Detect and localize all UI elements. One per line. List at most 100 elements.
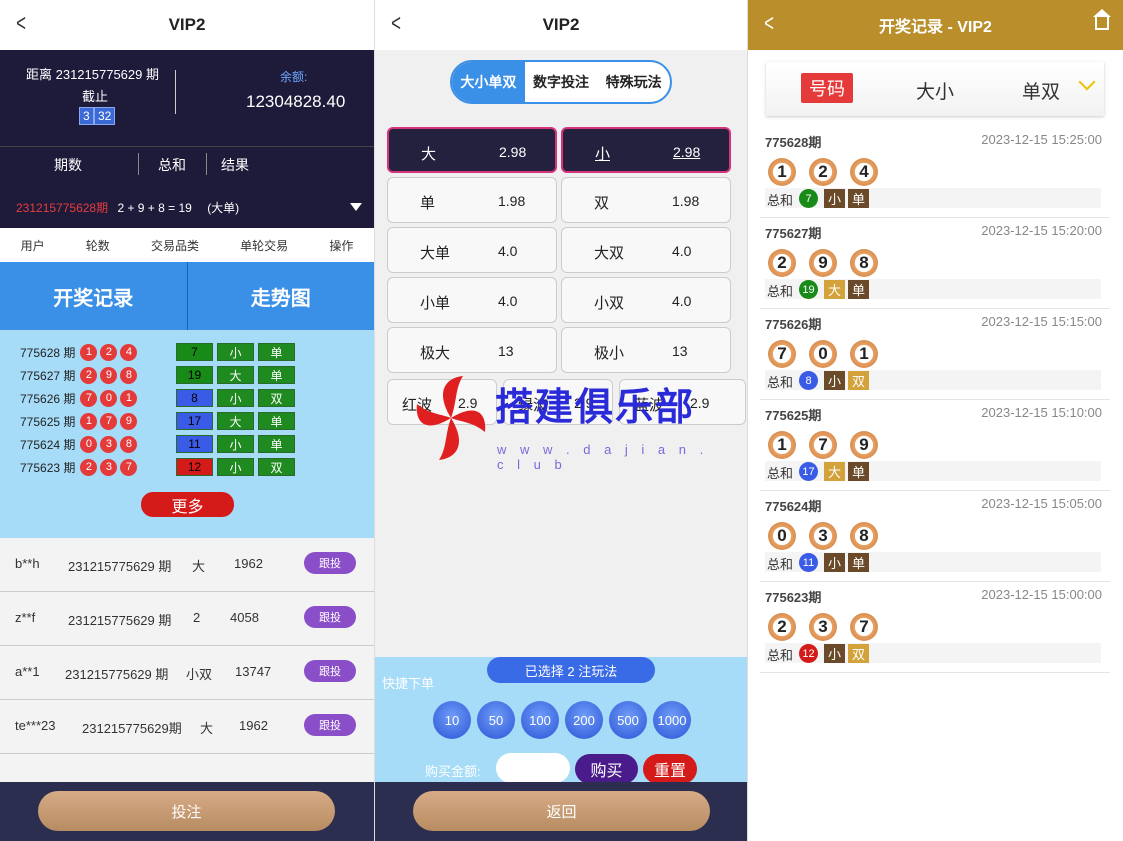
odds-option[interactable]: 小单 4.0	[387, 277, 557, 323]
filter-size[interactable]: 大小	[916, 77, 954, 104]
sum-cell: 7	[176, 343, 213, 361]
bets-list: b**h 231215775629 期大 1962 跟投 z**f 23121577562…	[0, 538, 374, 754]
more-button[interactable]: 更多	[141, 492, 234, 517]
parity-cell: 双	[258, 389, 295, 407]
col-round: 轮数	[85, 238, 110, 253]
bet-user: a**1	[15, 664, 40, 679]
back-icon[interactable]: <	[391, 10, 401, 38]
odds-option[interactable]: 极大 13	[387, 327, 557, 373]
sum-badge: 12	[799, 644, 818, 663]
bet-round: 231215775629 期	[68, 613, 172, 628]
sum-label: 总和	[767, 648, 794, 663]
odds-option[interactable]: 极小 13	[561, 327, 731, 373]
bet-type: 大	[192, 559, 206, 574]
sum-badge: 8	[799, 371, 818, 390]
filter-parity[interactable]: 单双	[1022, 77, 1060, 104]
draw-ball: 1	[850, 340, 878, 368]
result-period: 775623 期	[20, 460, 76, 475]
result-ball: 1	[80, 343, 98, 361]
option-name: 大双	[594, 245, 625, 262]
bet-amount: 13747	[235, 664, 272, 679]
reset-button[interactable]: 重置	[643, 754, 697, 784]
follow-button[interactable]: 跟投	[304, 552, 356, 574]
pinwheel-logo-icon	[416, 376, 486, 460]
header: < 开奖记录 - VIP2	[748, 0, 1123, 50]
result-ball: 7	[100, 412, 118, 430]
option-odds: 4.0	[498, 243, 518, 259]
return-button[interactable]: 返回	[413, 791, 710, 831]
chip-10[interactable]: 10	[433, 701, 471, 739]
odds-option[interactable]: 小双 4.0	[561, 277, 731, 323]
draw-ball: 3	[809, 522, 837, 550]
last-period: 231215775628期	[16, 201, 109, 215]
bet-row: b**h 231215775629 期 大 1962 跟投	[0, 538, 374, 592]
odds-option[interactable]: 小 2.98	[561, 127, 731, 173]
result-ball: 0	[80, 435, 98, 453]
draw-ball: 2	[809, 158, 837, 186]
size-tag: 小	[824, 553, 845, 572]
back-icon[interactable]: <	[16, 10, 26, 38]
draw-ball: 3	[809, 613, 837, 641]
odds-option[interactable]: 大双 4.0	[561, 227, 731, 273]
records-panel: < 开奖记录 - VIP2 号码 大小 单双 775628期 2023-12-15…	[747, 0, 1123, 841]
watermark-text: 搭建俱乐部	[495, 387, 696, 429]
odds-option[interactable]: 单 1.98	[387, 177, 557, 223]
chip-200[interactable]: 200	[565, 701, 603, 739]
bet-round: 231215775629 期	[65, 667, 169, 682]
divider	[206, 153, 207, 175]
result-ball: 7	[80, 389, 98, 407]
amount-input[interactable]	[496, 753, 570, 783]
back-icon[interactable]: <	[764, 10, 774, 38]
follow-button[interactable]: 跟投	[304, 606, 356, 628]
parity-tag: 单	[848, 553, 869, 572]
result-period: 775627 期	[20, 368, 76, 383]
trend-button[interactable]: 走势图	[186, 262, 374, 330]
play-tabs: 大小单双 数字投注 特殊玩法	[450, 60, 672, 104]
size-cell: 小	[217, 389, 254, 407]
chevron-down-icon[interactable]	[1078, 73, 1096, 91]
size-cell: 小	[217, 343, 254, 361]
result-period: 775624 期	[20, 437, 76, 452]
history-bar[interactable]: 期数 总和 结果 231215775628期 2 + 9 + 8 = 19 (大…	[0, 146, 374, 228]
draw-period: 775627期	[765, 226, 822, 241]
tab-number-bet[interactable]: 数字投注	[525, 62, 598, 102]
sum-badge: 11	[799, 553, 818, 572]
draw-summary: 总和 12 小双	[765, 643, 1101, 663]
parity-tag: 单	[848, 189, 869, 208]
odds-option[interactable]: 双 1.98	[561, 177, 731, 223]
draw-time: 2023-12-15 15:25:00	[981, 132, 1102, 147]
balance-value: 12304828.40	[246, 92, 346, 111]
chip-500[interactable]: 500	[609, 701, 647, 739]
draw-period: 775623期	[765, 590, 822, 605]
bet-user: z**f	[15, 610, 36, 625]
bet-row: te***23 231215775629期 大 1962 跟投	[0, 700, 374, 754]
dropdown-icon[interactable]	[350, 203, 362, 211]
follow-button[interactable]: 跟投	[304, 660, 356, 682]
hist-header-period: 期数	[54, 157, 82, 173]
odds-option[interactable]: 大 2.98	[387, 127, 557, 173]
sum-label: 总和	[767, 284, 794, 299]
draw-summary: 总和 7 小单	[765, 188, 1101, 208]
big-buttons: 开奖记录 走势图	[0, 262, 374, 330]
records-button[interactable]: 开奖记录	[0, 262, 187, 330]
draw-summary: 总和 8 小双	[765, 370, 1101, 390]
tab-size-parity[interactable]: 大小单双	[452, 62, 525, 102]
chip-1000[interactable]: 1000	[653, 701, 691, 739]
footer: 投注	[0, 782, 374, 841]
bet-type: 小双	[186, 667, 213, 682]
tab-special[interactable]: 特殊玩法	[597, 62, 670, 102]
bet-user: te***23	[15, 718, 56, 733]
chip-50[interactable]: 50	[477, 701, 515, 739]
submit-button[interactable]: 投注	[38, 791, 335, 831]
follow-button[interactable]: 跟投	[304, 714, 356, 736]
odds-option[interactable]: 大单 4.0	[387, 227, 557, 273]
home-icon[interactable]	[1093, 9, 1111, 30]
chip-100[interactable]: 100	[521, 701, 559, 739]
filter-number[interactable]: 号码	[801, 73, 853, 103]
last-result: (大单)	[207, 201, 240, 215]
draw-ball: 2	[768, 249, 796, 277]
countdown-seconds: 32	[94, 107, 116, 125]
draw-ball: 4	[850, 158, 878, 186]
size-tag: 大	[824, 462, 845, 481]
buy-button[interactable]: 购买	[575, 754, 638, 784]
